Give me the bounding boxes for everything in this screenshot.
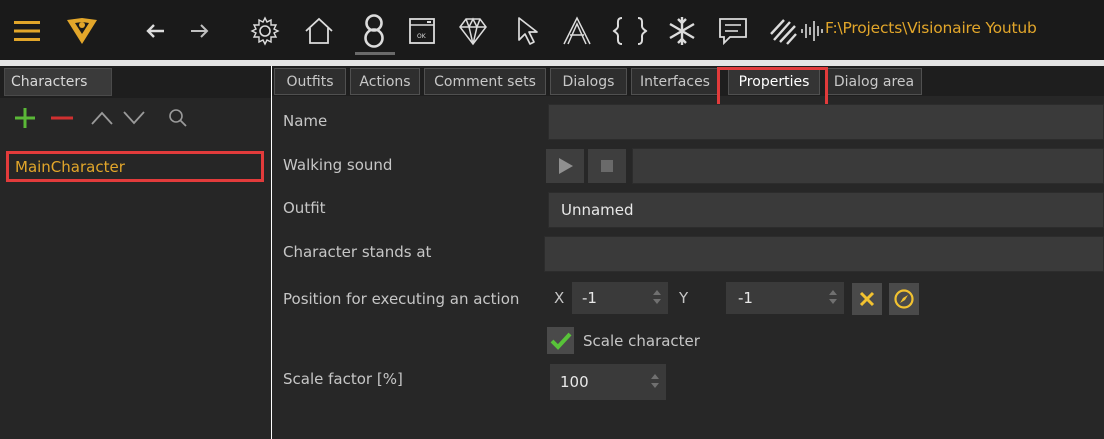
play-button[interactable] <box>546 149 584 183</box>
walking-sound-input[interactable] <box>632 148 1104 184</box>
properties-tab-highlight <box>717 67 828 108</box>
svg-text:OK: OK <box>417 33 427 40</box>
scale-character-label: Scale character <box>583 332 700 350</box>
walking-sound-label: Walking sound <box>283 156 393 174</box>
remove-icon[interactable] <box>48 105 76 131</box>
back-arrow-icon[interactable] <box>142 8 168 54</box>
tab-dialogs[interactable]: Dialogs <box>550 68 627 95</box>
stop-button[interactable] <box>588 149 626 183</box>
search-icon[interactable] <box>166 105 190 131</box>
snowflake-icon[interactable] <box>665 8 699 54</box>
y-label: Y <box>679 289 689 307</box>
stands-at-label: Character stands at <box>283 243 432 261</box>
scale-character-checkbox[interactable] <box>547 327 574 354</box>
forward-arrow-icon[interactable] <box>187 8 213 54</box>
position-label: Position for executing an action <box>283 290 520 308</box>
project-path: F:\Projects\Visionaire Youtub <box>825 19 1037 37</box>
tab-dialog-area[interactable]: Dialog area <box>826 68 922 95</box>
move-down-icon[interactable] <box>120 105 148 131</box>
main-toolbar: OK F:\Projects\Visionaire Youtub <box>0 0 1104 60</box>
stop-icon <box>601 160 613 172</box>
move-up-icon[interactable] <box>88 105 116 131</box>
spin-arrows-icon[interactable] <box>652 288 662 306</box>
tab-interfaces[interactable]: Interfaces <box>631 68 719 95</box>
y-spinbox[interactable]: -1 <box>726 282 844 314</box>
x-spinbox[interactable]: -1 <box>572 282 668 314</box>
tab-characters[interactable]: Characters <box>4 68 112 96</box>
pick-position-button[interactable] <box>889 283 919 315</box>
home-icon[interactable] <box>302 8 336 54</box>
tab-comment-sets[interactable]: Comment sets <box>424 68 546 95</box>
audio-wave-icon[interactable] <box>798 8 828 54</box>
outfit-label: Outfit <box>283 199 326 217</box>
comment-icon[interactable] <box>716 8 750 54</box>
font-icon[interactable] <box>560 8 594 54</box>
scale-factor-label: Scale factor [%] <box>283 370 403 388</box>
window-icon[interactable]: OK <box>405 8 439 54</box>
pattern-icon[interactable] <box>766 8 800 54</box>
character-icon[interactable] <box>356 8 392 54</box>
toolbar-selected-indicator <box>355 52 395 55</box>
menu-icon[interactable] <box>10 8 44 54</box>
close-icon <box>859 291 875 307</box>
name-input[interactable] <box>548 104 1104 140</box>
visionaire-logo-icon[interactable] <box>62 8 102 54</box>
add-icon[interactable] <box>12 105 38 131</box>
stands-at-input[interactable] <box>544 236 1104 272</box>
checkmark-icon <box>550 332 571 350</box>
clear-position-button[interactable] <box>852 283 882 315</box>
outfit-select[interactable]: Unnamed <box>548 192 1104 228</box>
braces-icon[interactable] <box>610 8 650 54</box>
scale-factor-spinbox[interactable]: 100 <box>550 364 666 400</box>
cursor-icon[interactable] <box>512 8 542 54</box>
settings-gear-icon[interactable] <box>248 8 282 54</box>
diamond-icon[interactable] <box>456 8 490 54</box>
x-label: X <box>554 289 565 307</box>
tab-actions[interactable]: Actions <box>350 68 420 95</box>
list-item-maincharacter[interactable]: MainCharacter <box>6 151 264 182</box>
play-icon <box>559 158 573 174</box>
name-label: Name <box>283 112 328 130</box>
compass-icon <box>894 289 914 309</box>
spin-arrows-icon[interactable] <box>828 288 838 306</box>
spin-arrows-icon[interactable] <box>650 372 660 390</box>
tab-outfits[interactable]: Outfits <box>274 68 346 95</box>
